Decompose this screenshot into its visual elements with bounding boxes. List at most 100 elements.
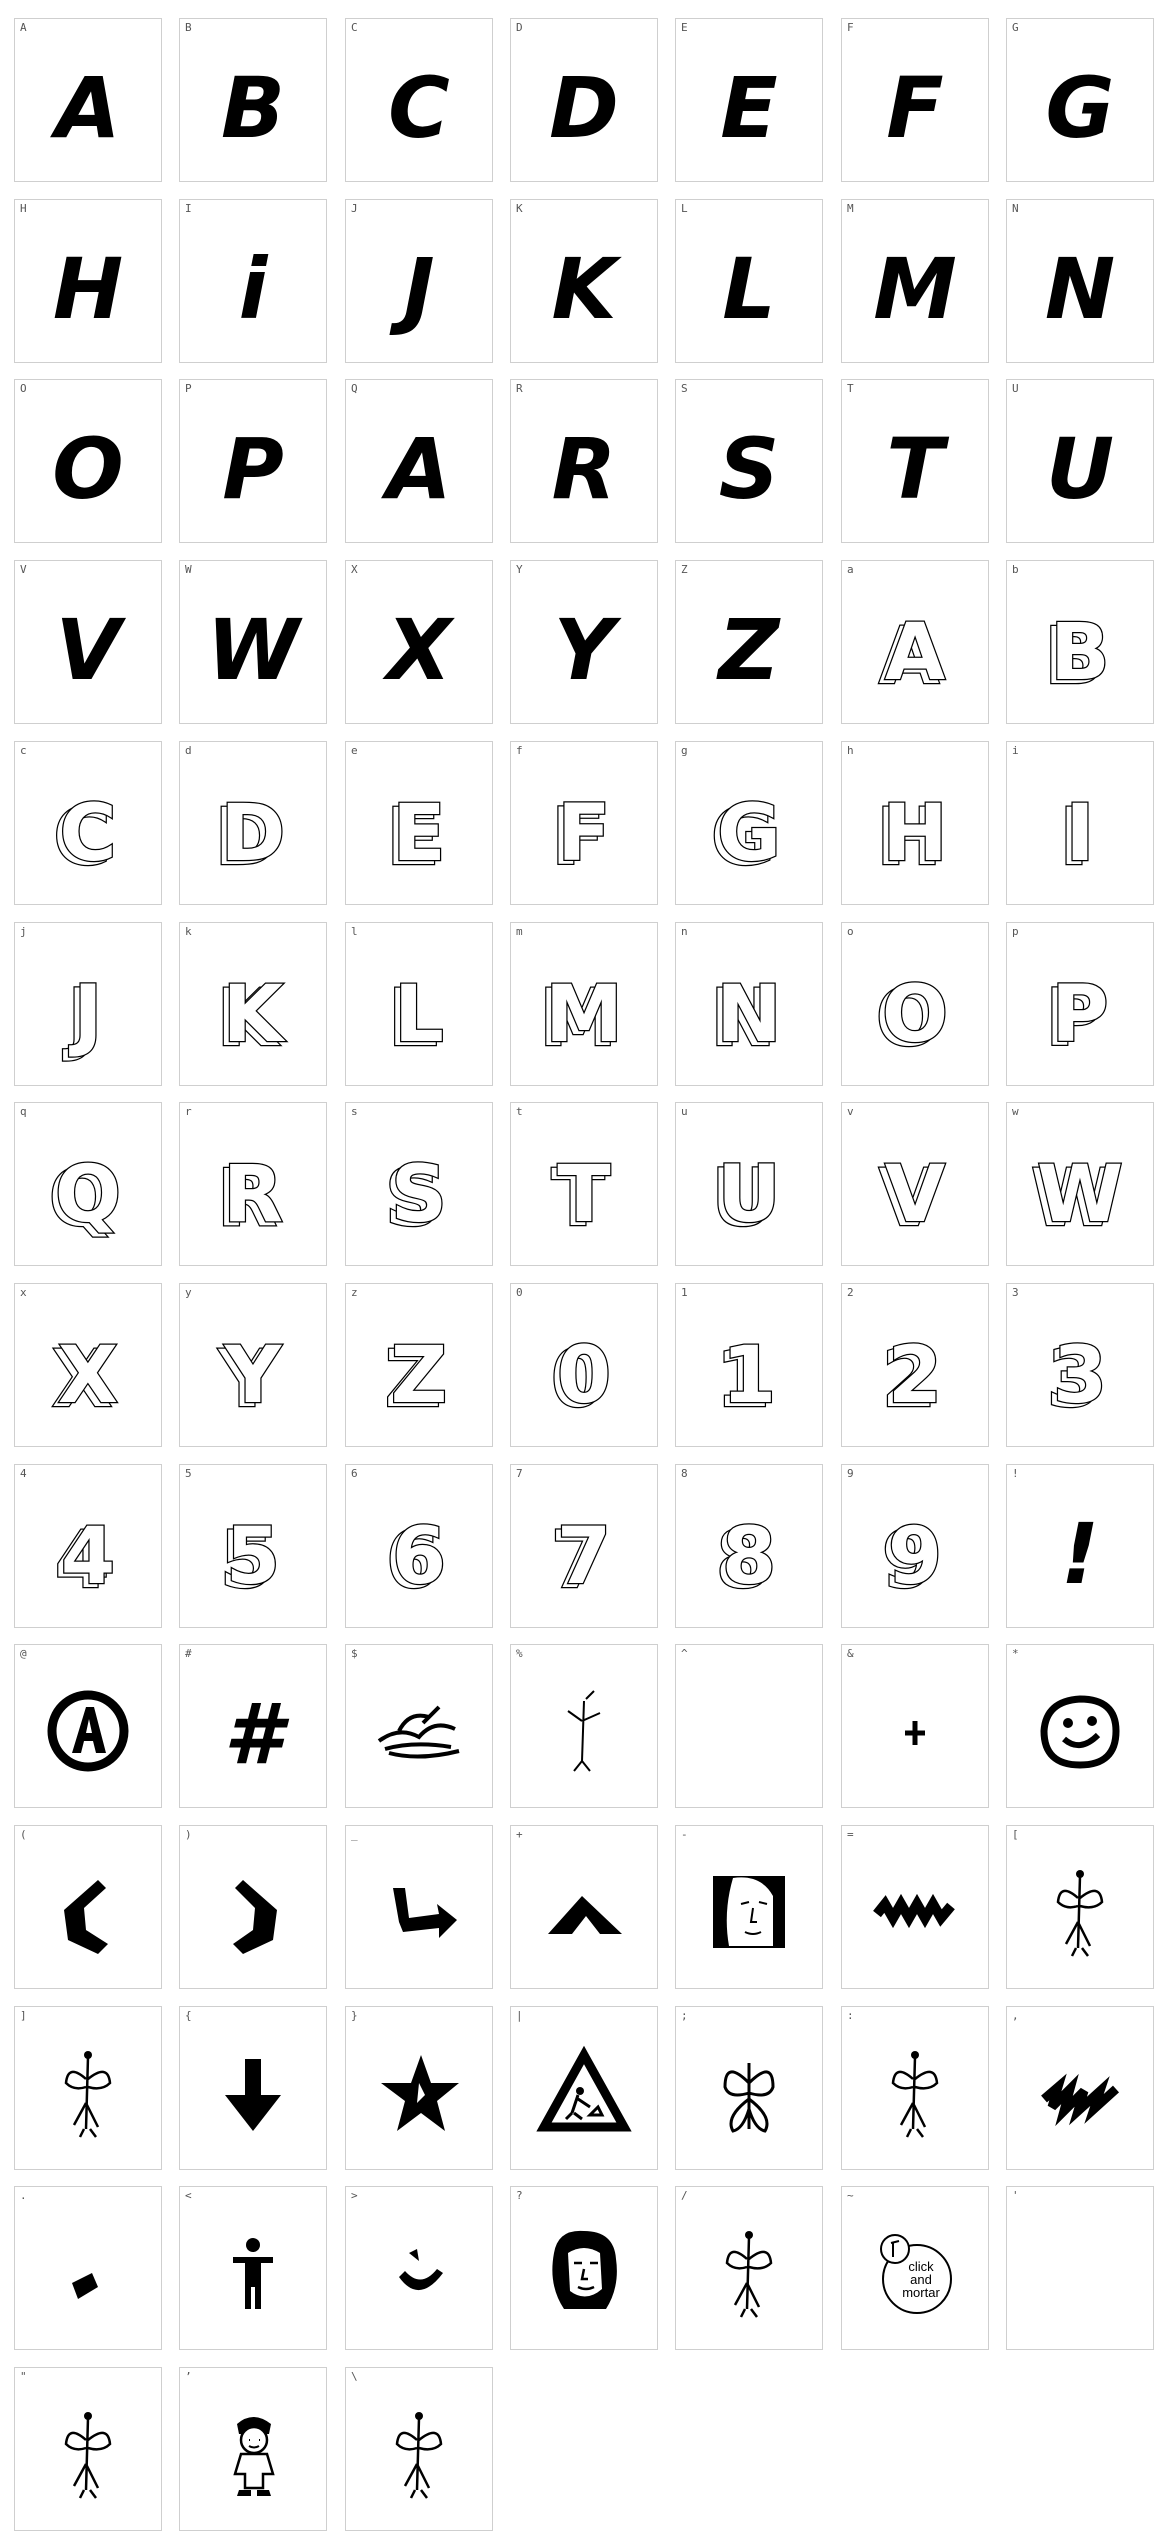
hash-icon: #: [180, 1645, 326, 1807]
glyph-sample: B: [1050, 608, 1109, 698]
zigzag-stroke-icon: [842, 1826, 988, 1988]
letter-s-solid-icon: S: [676, 380, 822, 542]
letter-a-solid-icon: A: [15, 19, 161, 181]
glyph-sample: D: [549, 59, 619, 157]
glyph-cell: -: [675, 1825, 823, 1989]
fairy-sketch-icon: [15, 2368, 161, 2530]
small-cross-icon: [842, 1645, 988, 1807]
glyph-sample: X: [58, 1331, 118, 1421]
glyph-cell: ?: [510, 2186, 658, 2350]
letter-g-solid-icon: G: [1007, 19, 1153, 181]
glyph-cell: kKK: [179, 922, 327, 1086]
glyph-sample: 8: [722, 1512, 776, 1602]
letter-w-solid-icon: W: [180, 561, 326, 723]
glyph-sample: Z: [391, 1331, 448, 1421]
glyph-cell: +: [510, 1825, 658, 1989]
glyph-sample: M: [545, 970, 623, 1060]
glyph-cell: tTT: [510, 1102, 658, 1266]
glyph-cell: gGG: [675, 741, 823, 905]
glyph-cell: /: [675, 2186, 823, 2350]
glyph-sample: T: [886, 420, 949, 518]
letter-e-solid-icon: E: [676, 19, 822, 181]
glyph-sample: A: [885, 608, 945, 698]
glyph-cell: *: [1006, 1644, 1154, 1808]
glyph-cell: eEE: [345, 741, 493, 905]
mountain-peak-icon: [511, 1826, 657, 1988]
glyph-cell: 888: [675, 1464, 823, 1628]
digit-0-3d-outline-icon: 00: [511, 1284, 657, 1446]
letter-o-3d-outline-icon: OO: [842, 923, 988, 1085]
glyph-cell: TT: [841, 379, 989, 543]
road-works-sign-icon: [511, 2007, 657, 2169]
glyph-cell: HH: [14, 199, 162, 363]
glyph-sample: 4: [61, 1512, 115, 1602]
digit-9-3d-outline-icon: 99: [842, 1465, 988, 1627]
letter-l-3d-outline-icon: LL: [346, 923, 492, 1085]
letter-o-solid-icon: O: [15, 380, 161, 542]
glyph-sample: 5: [226, 1512, 280, 1602]
glyph-cell: # #: [179, 1644, 327, 1808]
glyph-sample: Q: [55, 1150, 121, 1240]
glyph-cell: \: [345, 2367, 493, 2531]
letter-e-3d-outline-icon: EE: [346, 742, 492, 904]
fairy-sketch-icon: [676, 2187, 822, 2349]
empty-glyph-icon: [1007, 2187, 1153, 2349]
glyph-cell: (: [14, 1825, 162, 1989]
left-bracket-shape-icon: [15, 1826, 161, 1988]
glyph-cell: ,: [1006, 2006, 1154, 2170]
glyph-cell: 444: [14, 1464, 162, 1628]
fairy-sketch-icon: [1007, 1826, 1153, 1988]
letter-q-solid-icon: A: [346, 380, 492, 542]
stick-figure-sketch-icon: [511, 1645, 657, 1807]
digit-8-3d-outline-icon: 88: [676, 1465, 822, 1627]
glyph-sample: V: [55, 601, 126, 699]
glyph-cell: zZZ: [345, 1283, 493, 1447]
exclamation-icon: !: [1007, 1465, 1153, 1627]
glyph-sample: 9: [888, 1512, 942, 1602]
glyph-cell: ^: [675, 1644, 823, 1808]
letter-k-3d-outline-icon: KK: [180, 923, 326, 1085]
glyph-cell: fFF: [510, 741, 658, 905]
glyph-cell: vVV: [841, 1102, 989, 1266]
glyph-sample: 7: [557, 1512, 611, 1602]
glyph-cell: ': [1006, 2186, 1154, 2350]
letter-x-solid-icon: X: [346, 561, 492, 723]
glyph-sample: 0: [557, 1331, 611, 1421]
glyph-sample: B: [221, 59, 285, 157]
glyph-sample: C: [59, 789, 116, 879]
scribble-smudge-icon: [1007, 2007, 1153, 2169]
letter-z-solid-icon: Z: [676, 561, 822, 723]
glyph-cell: cCC: [14, 741, 162, 905]
glyph-cell: [: [1006, 1825, 1154, 1989]
glyph-cell: dDD: [179, 741, 327, 905]
glyph-cell: XX: [345, 560, 493, 724]
glyph-cell: EE: [675, 18, 823, 182]
glyph-cell: KK: [510, 199, 658, 363]
glyph-sample: L: [394, 970, 444, 1060]
glyph-cell: BB: [179, 18, 327, 182]
winking-face-icon: [346, 2187, 492, 2349]
glyph-cell: !!: [1006, 1464, 1154, 1628]
glyph-sample: E: [720, 59, 777, 157]
glyph-sample: N: [716, 970, 781, 1060]
butterfly-fairy-icon: [676, 2007, 822, 2169]
glyph-cell: qQQ: [14, 1102, 162, 1266]
letter-t-solid-icon: T: [842, 380, 988, 542]
glyph-cell: YY: [510, 560, 658, 724]
down-arrow-icon: [180, 2007, 326, 2169]
glyph-cell: ]: [14, 2006, 162, 2170]
glyph-sample: R: [223, 1150, 283, 1240]
glyph-cell: 555: [179, 1464, 327, 1628]
letter-j-solid-icon: J: [346, 200, 492, 362]
glyph-cell: ~ click and mortar: [841, 2186, 989, 2350]
glyph-cell: sSS: [345, 1102, 493, 1266]
glyph-cell: :: [841, 2006, 989, 2170]
glyph-sample: P: [1051, 970, 1108, 1060]
glyph-cell: 222: [841, 1283, 989, 1447]
digit-7-3d-outline-icon: 77: [511, 1465, 657, 1627]
letter-j-3d-outline-icon: JJ: [15, 923, 161, 1085]
letter-l-solid-icon: L: [676, 200, 822, 362]
glyph-cell: VV: [14, 560, 162, 724]
glyph-cell: 666: [345, 1464, 493, 1628]
letter-z-3d-outline-icon: ZZ: [346, 1284, 492, 1446]
